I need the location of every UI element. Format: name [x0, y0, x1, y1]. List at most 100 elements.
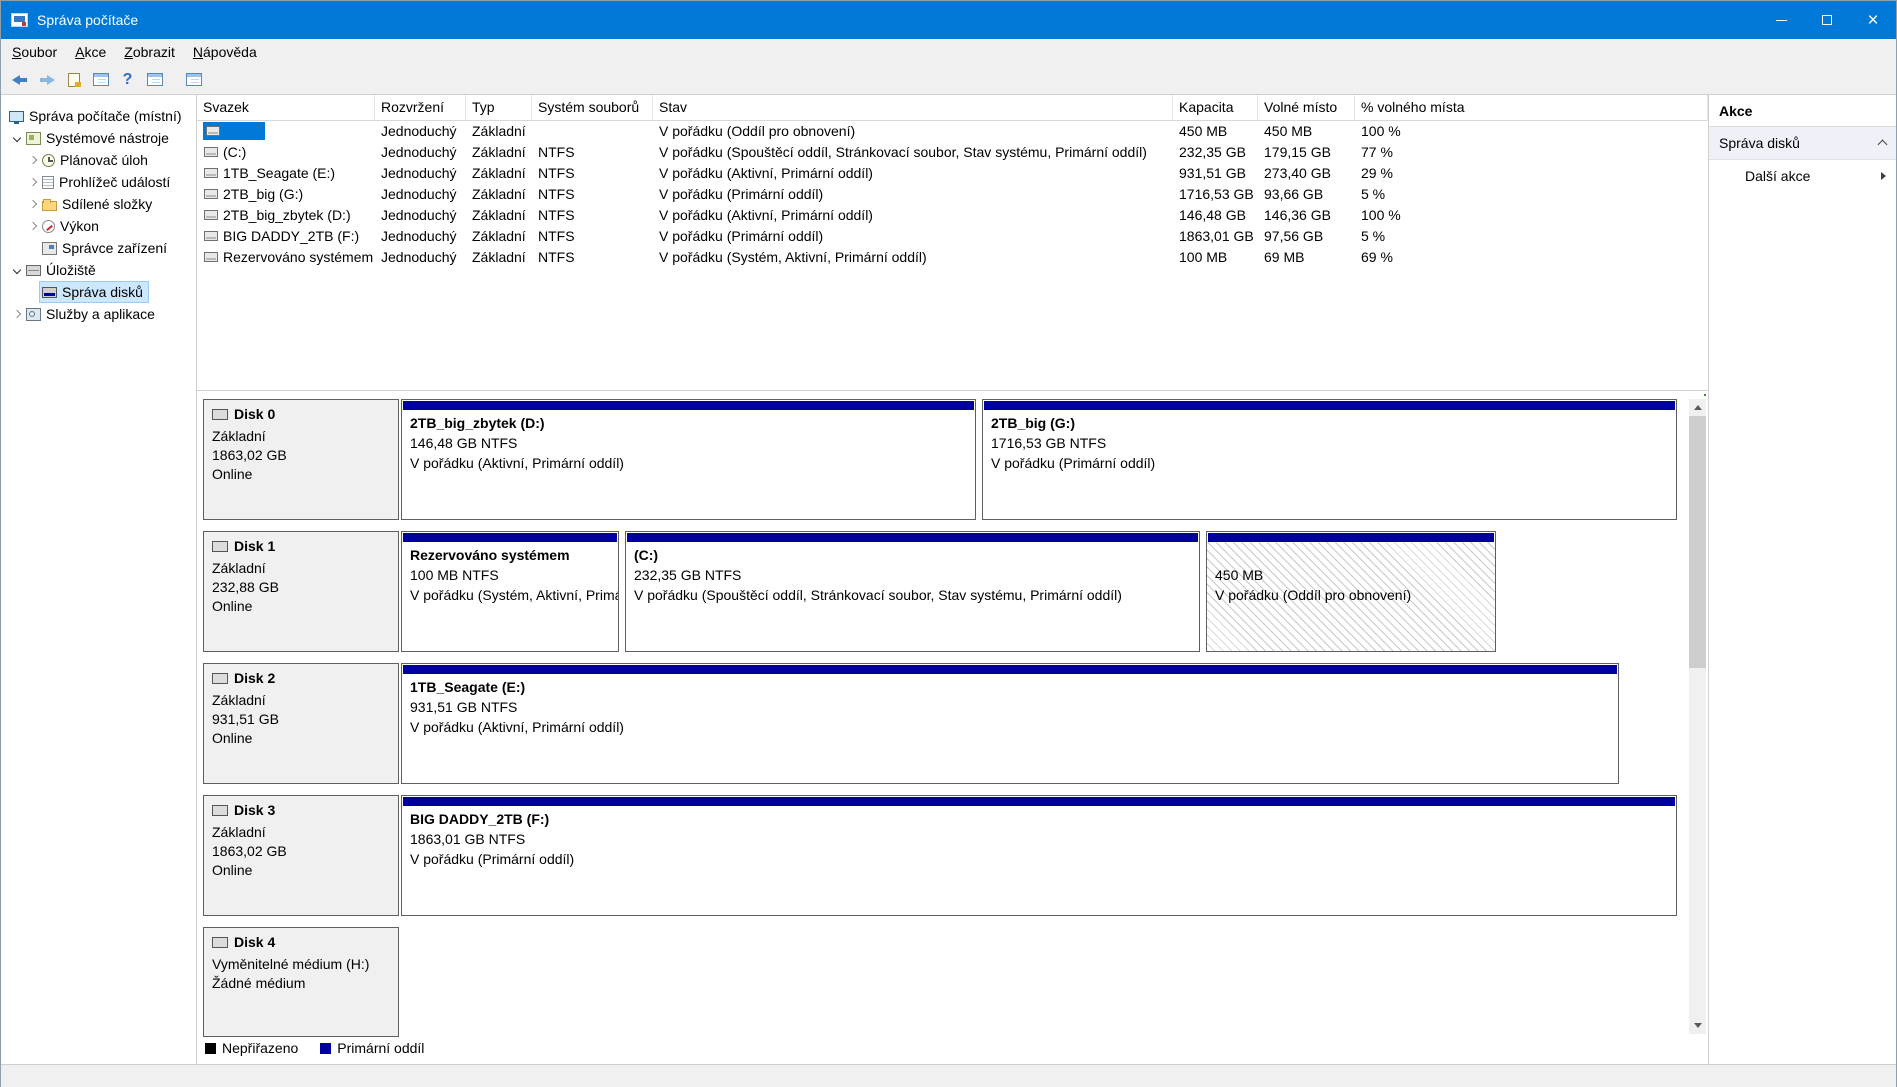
actions-more-item[interactable]: Další akce: [1709, 160, 1896, 192]
col-system-souboru[interactable]: Systém souborů: [532, 95, 653, 121]
console-tree-icon: [147, 73, 163, 86]
partition-rezervovano-systemem[interactable]: Rezervováno systémem 100 MB NTFS V pořád…: [401, 531, 619, 652]
export-list-button[interactable]: [61, 67, 86, 92]
volume-icon: [204, 189, 218, 199]
legend-primary-partition: Primární oddíl: [320, 1040, 424, 1056]
hdd-icon: [212, 541, 228, 552]
cell-fs: NTFS: [532, 226, 653, 247]
menu-soubor[interactable]: Soubor: [3, 41, 66, 63]
cell-layout: Jednoduchý: [375, 142, 466, 163]
tree-item-sdilene-slozky[interactable]: Sdílené složky: [1, 193, 196, 215]
action-pane-button[interactable]: [181, 67, 206, 92]
tree-label: Výkon: [60, 218, 99, 234]
menu-napoveda[interactable]: Nápověda: [184, 41, 266, 63]
partition-big-daddy-2tb-f[interactable]: BIG DADDY_2TB (F:) 1863,01 GB NTFS V poř…: [401, 795, 1677, 916]
partition-1tb-seagate-e[interactable]: 1TB_Seagate (E:) 931,51 GB NTFS V pořádk…: [401, 663, 1619, 784]
partition-color-stripe: [1208, 533, 1494, 542]
disk-state: Online: [212, 729, 390, 748]
col-rozvrzeni[interactable]: Rozvržení: [375, 95, 466, 121]
tree-item-uloziste[interactable]: Úložiště: [1, 259, 196, 281]
forward-button[interactable]: [34, 67, 59, 92]
help-button[interactable]: ?: [115, 67, 140, 92]
chevron-down-icon: [12, 134, 20, 142]
cell-layout: Jednoduchý: [375, 121, 466, 142]
scrollbar-down-button[interactable]: [1689, 1017, 1706, 1034]
scrollbar-up-button[interactable]: [1689, 399, 1706, 416]
minimize-button[interactable]: [1758, 1, 1804, 39]
col-svazek[interactable]: Svazek: [197, 95, 375, 121]
volume-row-2tb-big[interactable]: 2TB_big (G:) Jednoduchý Základní NTFS V …: [197, 184, 1708, 205]
volume-row-2tb-big-zbytek[interactable]: 2TB_big_zbytek (D:) Jednoduchý Základní …: [197, 205, 1708, 226]
disk-4-label[interactable]: Disk 4 Vyměnitelné médium (H:) Žádné méd…: [203, 927, 399, 1037]
disk-3-label[interactable]: Disk 3 Základní 1863,02 GB Online: [203, 795, 399, 916]
collapse-section-icon[interactable]: [1878, 140, 1888, 150]
cell-fs: NTFS: [532, 205, 653, 226]
cell-capacity: 232,35 GB: [1173, 142, 1258, 163]
partition-recovery-450mb[interactable]: 450 MB V pořádku (Oddíl pro obnovení): [1206, 531, 1496, 652]
statusbar: [1, 1064, 1896, 1087]
cell-type: Základní: [466, 142, 532, 163]
vertical-scrollbar[interactable]: [1689, 399, 1706, 1034]
actions-section-sprava-disku[interactable]: Správa disků: [1709, 127, 1896, 160]
menu-zobrazit[interactable]: Zobrazit: [115, 41, 184, 63]
expand-toggle[interactable]: [25, 179, 40, 185]
console-tree-button[interactable]: [142, 67, 167, 92]
partition-c[interactable]: (C:) 232,35 GB NTFS V pořádku (Spouštěcí…: [625, 531, 1200, 652]
tree-item-sprava-disku[interactable]: Správa disků: [1, 281, 196, 303]
scrollbar-track[interactable]: [1689, 416, 1706, 1017]
col-typ[interactable]: Typ: [466, 95, 532, 121]
partition-2tb-big-g[interactable]: 2TB_big (G:) 1716,53 GB NTFS V pořádku (…: [982, 399, 1677, 520]
cell-name: BIG DADDY_2TB (F:): [197, 226, 375, 247]
volume-row-recovery[interactable]: Jednoduchý Základní V pořádku (Oddíl pro…: [197, 121, 1708, 142]
tree-item-vykon[interactable]: Výkon: [1, 215, 196, 237]
expand-toggle[interactable]: [9, 267, 24, 273]
col-pct-volneho-mista[interactable]: % volného místa: [1355, 95, 1708, 121]
maximize-button[interactable]: [1804, 1, 1850, 39]
disk-1-label[interactable]: Disk 1 Základní 232,88 GB Online: [203, 531, 399, 652]
cell-free: 146,36 GB: [1258, 205, 1355, 226]
expand-toggle[interactable]: [25, 157, 40, 163]
volume-row-big-daddy[interactable]: BIG DADDY_2TB (F:) Jednoduchý Základní N…: [197, 226, 1708, 247]
disk-2-label[interactable]: Disk 2 Základní 931,51 GB Online: [203, 663, 399, 784]
cell-free: 450 MB: [1258, 121, 1355, 142]
partition-2tb-big-zbytek-d[interactable]: 2TB_big_zbytek (D:) 146,48 GB NTFS V poř…: [401, 399, 976, 520]
partition-color-stripe: [984, 401, 1675, 410]
back-button[interactable]: [7, 67, 32, 92]
close-button[interactable]: ×: [1850, 1, 1896, 39]
tree-item-planovac-uloh[interactable]: Plánovač úloh: [1, 149, 196, 171]
expand-toggle[interactable]: [9, 311, 24, 317]
expand-toggle[interactable]: [9, 135, 24, 141]
titlebar[interactable]: Správa počítače ×: [1, 1, 1896, 39]
volume-icon: [204, 231, 218, 241]
cell-layout: Jednoduchý: [375, 205, 466, 226]
tree-item-systemove-nastroje[interactable]: Systémové nástroje: [1, 127, 196, 149]
col-volne-misto[interactable]: Volné místo: [1258, 95, 1355, 121]
cell-status: V pořádku (Aktivní, Primární oddíl): [653, 205, 1173, 226]
volume-row-rezervovano[interactable]: Rezervováno systémem Jednoduchý Základní…: [197, 247, 1708, 268]
maximize-icon: [1822, 15, 1832, 25]
tree-item-sprava-pocitace[interactable]: Správa počítače (místní): [1, 105, 196, 127]
tree-item-spravce-zarizeni[interactable]: Správce zařízení: [1, 237, 196, 259]
chevron-right-icon: [12, 310, 20, 318]
volume-row-1tb-seagate[interactable]: 1TB_Seagate (E:) Jednoduchý Základní NTF…: [197, 163, 1708, 184]
disk-kind: Základní: [212, 691, 390, 710]
cell-status: V pořádku (Primární oddíl): [653, 226, 1173, 247]
col-kapacita[interactable]: Kapacita: [1173, 95, 1258, 121]
col-stav[interactable]: Stav: [653, 95, 1173, 121]
volume-row-c[interactable]: (C:) Jednoduchý Základní NTFS V pořádku …: [197, 142, 1708, 163]
disk-state: Online: [212, 597, 390, 616]
properties-button[interactable]: [88, 67, 113, 92]
expand-toggle[interactable]: [25, 201, 40, 207]
tree-label: Správa počítače (místní): [29, 108, 182, 124]
tree-item-sluzby-a-aplikace[interactable]: Služby a aplikace: [1, 303, 196, 325]
scrollbar-thumb[interactable]: [1689, 416, 1706, 668]
menu-akce[interactable]: Akce: [66, 41, 115, 63]
cell-capacity: 100 MB: [1173, 247, 1258, 268]
cell-name: 1TB_Seagate (E:): [197, 163, 375, 184]
expand-toggle[interactable]: [25, 223, 40, 229]
task-scheduler-icon: [42, 154, 55, 167]
content-area: Správa počítače (místní) Systémové nástr…: [1, 95, 1896, 1064]
toolbar: ?: [1, 65, 1896, 95]
tree-item-prohlizec-udalosti[interactable]: Prohlížeč událostí: [1, 171, 196, 193]
disk-0-label[interactable]: Disk 0 Základní 1863,02 GB Online: [203, 399, 399, 520]
